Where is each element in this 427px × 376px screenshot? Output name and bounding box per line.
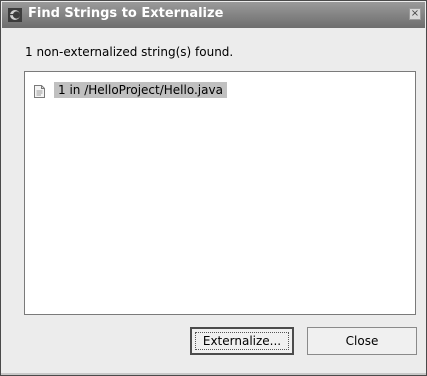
status-message: 1 non-externalized string(s) found. — [25, 45, 234, 59]
list-item-label: 1 in /HelloProject/Hello.java — [54, 82, 227, 98]
dialog-title: Find Strings to Externalize — [28, 6, 224, 21]
results-list[interactable]: 1 in /HelloProject/Hello.java — [24, 71, 416, 315]
close-button[interactable]: Close — [307, 327, 417, 355]
java-file-icon — [34, 83, 45, 98]
find-strings-dialog: Find Strings to Externalize × 1 non-exte… — [0, 0, 427, 376]
eclipse-window-icon — [8, 7, 22, 22]
externalize-button[interactable]: Externalize... — [190, 327, 294, 355]
close-icon[interactable]: × — [409, 8, 421, 20]
focus-ring — [195, 332, 289, 350]
window-bottom-edge — [1, 373, 426, 375]
title-bar[interactable]: Find Strings to Externalize × — [2, 2, 425, 28]
